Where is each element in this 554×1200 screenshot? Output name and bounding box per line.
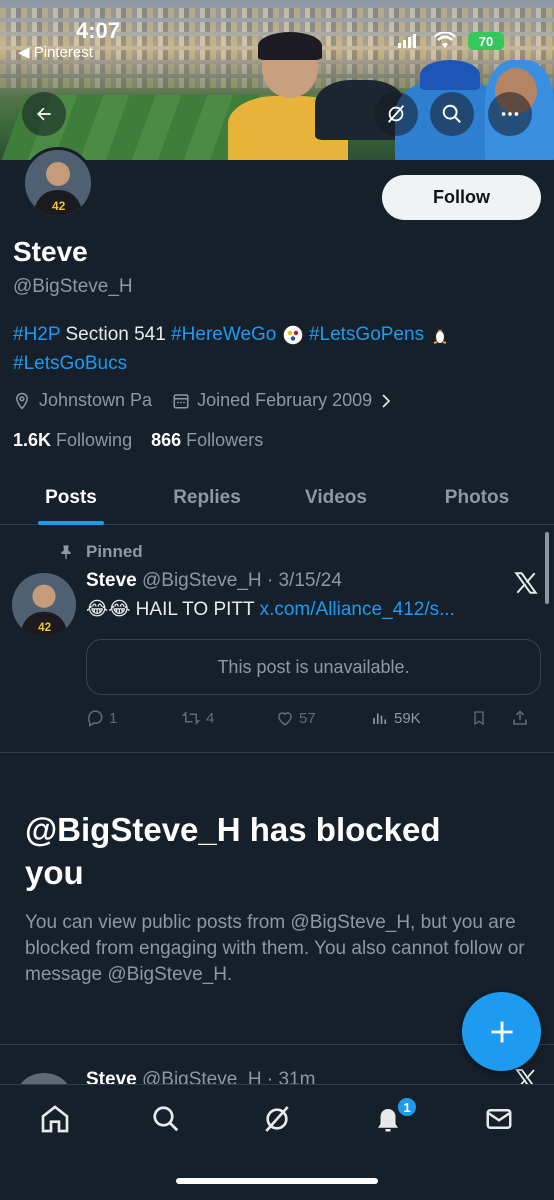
post-emoji: 😂😂 [86,599,131,620]
home-indicator[interactable] [176,1178,378,1184]
post-link[interactable]: x.com/Alliance_412/s... [260,599,455,620]
profile-meta: Johnstown Pa Joined February 2009 [13,390,394,411]
pinned-post[interactable]: Pinned 42 Steve @BigSteve_H · 3/15/24 😂😂… [0,525,554,753]
battery-level: 70 [478,33,494,49]
repost-button[interactable]: 4 [181,709,276,727]
tab-posts[interactable]: Posts [0,470,142,525]
hashtag-link[interactable]: #LetsGoPens [309,324,424,345]
x-logo-icon [515,1069,535,1084]
post-body: HAIL TO PITT [130,599,260,620]
followers-link[interactable]: 866 Followers [151,430,263,450]
more-horizontal-icon [501,112,519,116]
steelers-logo-icon [281,324,304,346]
hashtag-link[interactable]: #LetsGoBucs [13,353,127,374]
grok-icon [265,1106,289,1132]
calendar-icon [173,393,189,408]
compose-post-button[interactable] [462,992,541,1071]
hashtag-link[interactable]: #HereWeGo [171,324,276,345]
bookmark-button[interactable] [471,709,511,727]
search-icon [442,104,461,123]
back-button[interactable] [22,92,66,136]
nav-search[interactable] [141,1099,191,1139]
wifi-icon [434,31,456,53]
grok-button[interactable] [374,92,418,136]
nav-grok[interactable] [252,1099,302,1139]
reply-icon [87,710,103,727]
view-count: 59K [394,709,421,727]
pin-icon [61,545,71,560]
share-icon [513,710,527,725]
reply-button[interactable]: 1 [86,709,181,727]
back-to-app-link[interactable]: ◀ Pinterest [18,43,93,61]
post-header: Steve @BigSteve_H · 3/15/24 [86,570,342,592]
joined-text[interactable]: Joined February 2009 [197,390,372,411]
follow-stats: 1.6K Following 866 Followers [13,430,263,451]
nav-home[interactable] [30,1099,80,1139]
chevron-right-icon[interactable] [378,392,394,410]
plus-icon [491,1021,512,1042]
next-post-header: Steve @BigSteve_H · 31m [86,1069,315,1084]
tab-replies[interactable]: Replies [142,470,272,525]
signal-icon [398,34,418,53]
more-options-button[interactable] [488,92,532,136]
location-pin-icon [15,392,29,410]
heart-icon [278,712,292,726]
penguin-icon [434,327,447,344]
grok-icon [387,105,405,123]
following-count: 1.6K [13,430,52,450]
search-button[interactable] [430,92,474,136]
post-actions: 1 4 57 59K [86,709,541,727]
profile-avatar[interactable]: 42 [22,147,94,219]
following-label: Following [56,430,133,450]
following-link[interactable]: 1.6K Following [13,430,132,450]
bio-text: Section 541 [60,324,172,345]
share-button[interactable] [511,709,536,727]
views-button[interactable]: 59K [371,709,471,727]
post-handle-date: @BigSteve_H · 3/15/24 [141,570,342,591]
followers-label: Followers [186,430,264,450]
hashtag-link[interactable]: #H2P [13,324,60,345]
blocked-description: You can view public posts from @BigSteve… [25,912,525,985]
nav-messages[interactable] [474,1099,524,1139]
svg-text:42: 42 [52,199,66,213]
repost-icon [181,711,201,725]
status-time: 4:07 [76,18,121,43]
blocked-title: @BigSteve_H has blocked you [25,811,441,891]
unavailable-quote: This post is unavailable. [86,639,541,695]
avatar-image: 42 [25,150,91,216]
like-count: 57 [299,709,316,727]
profile-bio: #H2P Section 541 #HereWeGo #LetsGoPens #… [13,320,533,378]
next-post-author: Steve [86,1069,137,1084]
x-logo-icon [514,572,538,594]
views-chart-icon [373,713,387,724]
profile-name: Steve [13,236,88,267]
location-text: Johnstown Pa [39,390,153,410]
back-arrow-icon [37,107,51,121]
repost-count: 4 [206,709,215,727]
next-post-handle-date: @BigSteve_H · 31m [141,1069,316,1084]
post-author-avatar[interactable]: 42 [12,573,76,637]
svg-text:42: 42 [38,621,51,634]
follow-button[interactable]: Follow [382,175,541,220]
next-post-avatar [18,1073,70,1084]
pinned-label: Pinned [86,542,143,561]
post-text: 😂😂 HAIL TO PITT x.com/Alliance_412/s... [86,598,455,621]
mail-icon [486,1109,512,1129]
bookmark-icon [474,711,484,726]
tab-photos[interactable]: Photos [400,470,554,525]
profile-handle: @BigSteve_H [13,276,133,297]
followers-count: 866 [151,430,182,450]
tab-videos[interactable]: Videos [272,470,400,525]
search-icon [153,1106,179,1132]
profile-tabs: Posts Replies Videos Photos [0,470,554,525]
reply-count: 1 [109,709,118,727]
pinned-indicator: Pinned [58,542,143,562]
notification-badge: 1 [396,1096,418,1118]
post-author-name[interactable]: Steve [86,570,137,591]
like-button[interactable]: 57 [276,709,371,727]
scrollbar[interactable] [545,532,549,604]
battery-indicator: 70 [468,32,504,50]
home-icon [41,1105,69,1133]
